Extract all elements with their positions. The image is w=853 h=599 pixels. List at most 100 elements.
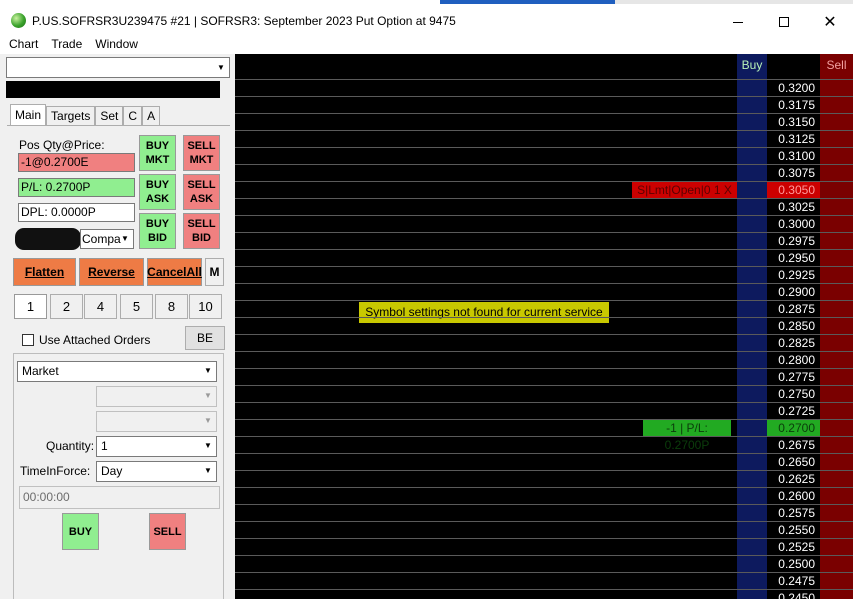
ladder-price[interactable]: 0.2825 [767, 335, 820, 352]
ladder-price[interactable]: 0.3200 [767, 80, 820, 97]
ladder-price[interactable]: 0.2875 [767, 301, 820, 318]
app-globe-icon [11, 13, 26, 28]
ladder-price[interactable]: 0.2850 [767, 318, 820, 335]
menu-trade[interactable]: Trade [51, 37, 82, 51]
ladder-price[interactable]: 0.3100 [767, 148, 820, 165]
buy-mkt-button[interactable]: BUY MKT [139, 135, 176, 171]
title-bar: P.US.SOFRSR3U239475 #21 | SOFRSR3: Septe… [0, 0, 853, 33]
ladder-row-divider [235, 300, 853, 301]
minimize-button[interactable] [715, 9, 761, 35]
ladder-price[interactable]: 0.2925 [767, 267, 820, 284]
ladder-price[interactable]: 0.2650 [767, 454, 820, 471]
chevron-down-icon: ▼ [204, 391, 212, 400]
sell-ask-button[interactable]: SELL ASK [183, 174, 220, 210]
ladder-price[interactable]: 0.2625 [767, 471, 820, 488]
ladder-price[interactable]: 0.2800 [767, 352, 820, 369]
ladder-row-divider [235, 487, 853, 488]
ladder-price[interactable]: 0.2750 [767, 386, 820, 403]
ladder-row-divider [235, 470, 853, 471]
ladder-row-divider [235, 79, 853, 80]
working-order-tag[interactable]: S|Lmt|Open|0 1 X [632, 182, 737, 199]
tab-targets[interactable]: Targets [46, 106, 96, 126]
qty-preset-5[interactable]: 5 [120, 294, 153, 319]
m-button[interactable]: M [205, 258, 224, 286]
ladder-price[interactable]: 0.2525 [767, 539, 820, 556]
sell-bid-button[interactable]: SELL BID [183, 213, 220, 249]
ladder-row-divider [235, 266, 853, 267]
qty-preset-10[interactable]: 10 [189, 294, 222, 319]
buy-button[interactable]: BUY [62, 513, 99, 550]
chevron-down-icon: ▼ [217, 63, 225, 72]
account-combo[interactable]: Compa ▼ [80, 229, 134, 249]
ladder-price[interactable]: 0.2575 [767, 505, 820, 522]
sell-button[interactable]: SELL [149, 513, 186, 550]
order-type-select[interactable]: Market ▼ [17, 361, 217, 382]
menu-bar: Chart Trade Window [0, 33, 853, 54]
ladder-row-divider [235, 96, 853, 97]
time-field[interactable]: 00:00:00 [19, 486, 220, 509]
quantity-value: 1 [101, 439, 108, 453]
ladder-price[interactable]: 0.2950 [767, 250, 820, 267]
account-select[interactable]: ▼ [6, 57, 230, 78]
ladder-row-divider [235, 555, 853, 556]
ladder-price[interactable]: 0.3125 [767, 131, 820, 148]
ladder-row-divider [235, 164, 853, 165]
ladder-price[interactable]: 0.3000 [767, 216, 820, 233]
pos-qty-label: Pos Qty@Price: [19, 138, 105, 152]
tif-value: Day [101, 464, 123, 478]
qty-preset-2[interactable]: 2 [50, 294, 83, 319]
sell-column[interactable] [820, 54, 853, 599]
be-button[interactable]: BE [185, 326, 225, 350]
ladder-price[interactable]: 0.2725 [767, 403, 820, 420]
qty-preset-4[interactable]: 4 [84, 294, 117, 319]
ladder-row-divider [235, 572, 853, 573]
use-attached-orders-label: Use Attached Orders [39, 333, 151, 347]
price-select-2[interactable]: ▼ [96, 411, 217, 432]
ladder-row-divider [235, 283, 853, 284]
ladder-price[interactable]: 0.2700 [767, 420, 820, 437]
qty-preset-8[interactable]: 8 [155, 294, 188, 319]
tab-a[interactable]: A [142, 106, 161, 126]
status-bar [6, 81, 220, 98]
price-ladder[interactable]: Buy Sell Symbol settings not found for c… [235, 54, 853, 599]
ladder-price[interactable]: 0.2475 [767, 573, 820, 590]
ladder-row-divider [235, 368, 853, 369]
quantity-select[interactable]: 1 ▼ [96, 436, 217, 457]
ladder-price[interactable]: 0.2775 [767, 369, 820, 386]
ladder-price[interactable]: 0.3075 [767, 165, 820, 182]
ladder-price[interactable]: 0.3050 [767, 182, 820, 199]
ladder-price[interactable]: 0.3025 [767, 199, 820, 216]
cancel-all-button[interactable]: CancelAll [147, 258, 202, 286]
tif-select[interactable]: Day ▼ [96, 461, 217, 482]
reverse-button[interactable]: Reverse [79, 258, 144, 286]
ladder-price[interactable]: 0.2450 [767, 590, 820, 599]
ladder-row-divider [235, 453, 853, 454]
menu-chart[interactable]: Chart [9, 37, 38, 51]
use-attached-orders-checkbox[interactable] [22, 334, 34, 346]
qty-preset-1[interactable]: 1 [14, 294, 47, 319]
menu-window[interactable]: Window [95, 37, 138, 51]
sell-mkt-button[interactable]: SELL MKT [183, 135, 220, 171]
ladder-price[interactable]: 0.2500 [767, 556, 820, 573]
account-combo-value: Compa [82, 232, 121, 246]
ladder-row-divider [235, 147, 853, 148]
buy-ask-button[interactable]: BUY ASK [139, 174, 176, 210]
buy-column[interactable] [737, 54, 767, 599]
ladder-price[interactable]: 0.3175 [767, 97, 820, 114]
ladder-row-divider [235, 181, 853, 182]
tab-main[interactable]: Main [10, 104, 47, 126]
tab-c[interactable]: C [123, 106, 143, 126]
tab-set[interactable]: Set [95, 106, 124, 126]
ladder-price[interactable]: 0.3150 [767, 114, 820, 131]
buy-bid-button[interactable]: BUY BID [139, 213, 176, 249]
close-button[interactable]: ✕ [807, 9, 853, 35]
maximize-button[interactable] [761, 9, 807, 35]
ladder-price[interactable]: 0.2600 [767, 488, 820, 505]
ladder-price[interactable]: 0.2975 [767, 233, 820, 250]
dpl-value: DPL: 0.0000P [18, 203, 135, 222]
ladder-price[interactable]: 0.2550 [767, 522, 820, 539]
ladder-price[interactable]: 0.2900 [767, 284, 820, 301]
ladder-price[interactable]: 0.2675 [767, 437, 820, 454]
flatten-button[interactable]: Flatten [13, 258, 76, 286]
price-select-1[interactable]: ▼ [96, 386, 217, 407]
